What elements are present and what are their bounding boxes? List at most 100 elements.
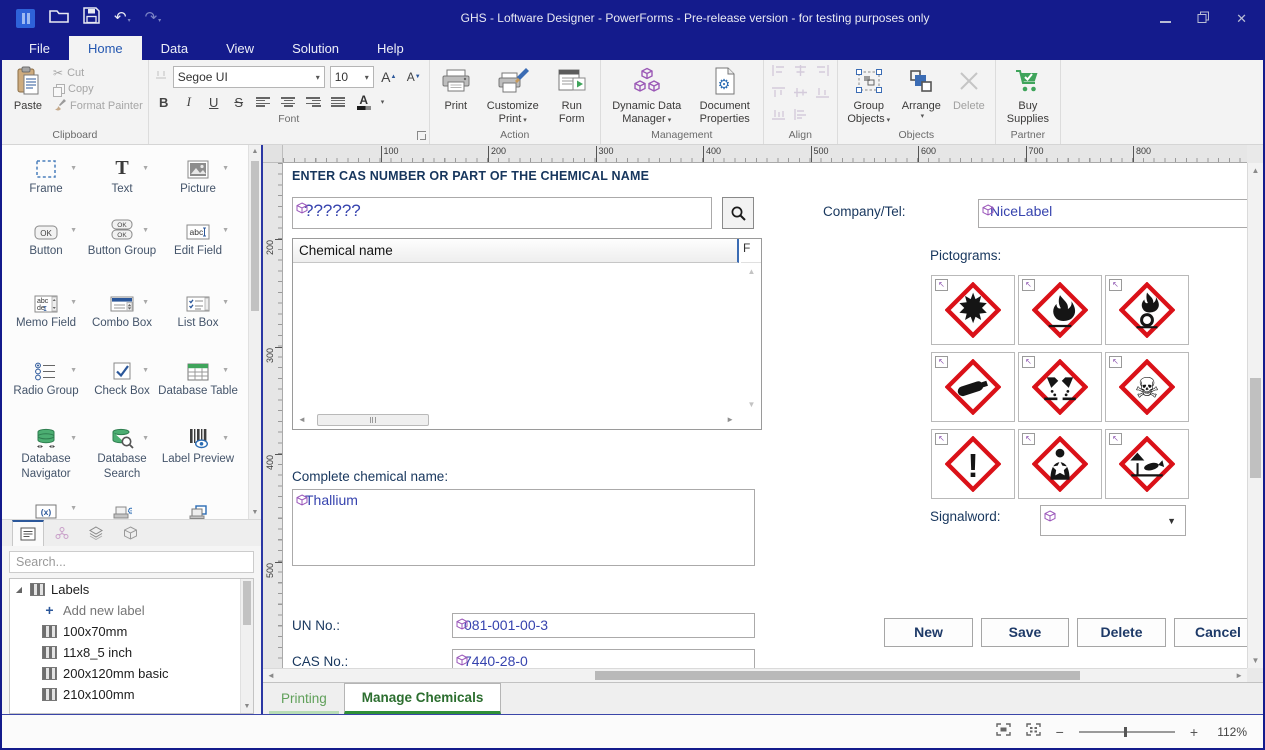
- align-lefts-icon[interactable]: [771, 64, 786, 82]
- open-icon[interactable]: [49, 8, 69, 29]
- align-middles-icon[interactable]: [793, 86, 808, 104]
- tab-solution-explorer[interactable]: [46, 520, 78, 546]
- zoom-fit-document-icon[interactable]: [996, 723, 1011, 741]
- scroll-up-icon[interactable]: ▲: [1248, 166, 1263, 175]
- table-horizontal-scrollbar[interactable]: ◄►: [295, 412, 737, 427]
- pictogram-toxic[interactable]: ↖☠: [1105, 352, 1189, 422]
- table-header-chemical-name[interactable]: Chemical name: [293, 239, 739, 263]
- scroll-down-icon[interactable]: ▼: [249, 509, 261, 516]
- cut-button[interactable]: ✂Cut: [53, 66, 143, 80]
- undo-icon[interactable]: ↶▾: [114, 9, 131, 27]
- chevron-down-icon[interactable]: ▼: [142, 435, 149, 442]
- scroll-right-icon[interactable]: ►: [1231, 669, 1247, 682]
- cancel-button[interactable]: Cancel: [1174, 618, 1247, 647]
- document-properties-button[interactable]: ⚙ Document Properties: [690, 62, 760, 125]
- new-button[interactable]: New: [884, 618, 973, 647]
- pictogram-oxidizing[interactable]: ↖: [1105, 275, 1189, 345]
- tab-form-objects[interactable]: [12, 520, 44, 546]
- app-icon[interactable]: [16, 9, 35, 28]
- distribute-vertical-icon[interactable]: [793, 108, 808, 126]
- run-form-button[interactable]: Run Form: [547, 62, 597, 125]
- tree-scrollbar[interactable]: ▼: [240, 579, 253, 713]
- group-objects-button[interactable]: Group Objects▾: [841, 62, 897, 125]
- tree-item-label[interactable]: 200x120mm basic: [10, 663, 253, 684]
- pictogram-flammable[interactable]: ↖: [1018, 275, 1102, 345]
- company-tel-field[interactable]: NiceLabel: [978, 199, 1247, 228]
- cas-search-field[interactable]: ??????: [292, 197, 712, 229]
- tree-root-labels[interactable]: ◢Labels: [10, 579, 253, 600]
- underline-button[interactable]: U: [204, 92, 224, 112]
- italic-button[interactable]: I: [179, 92, 199, 112]
- font-color-caret[interactable]: ▾: [381, 98, 385, 106]
- grow-font-button[interactable]: A▲: [379, 67, 399, 87]
- align-centers-icon[interactable]: [793, 64, 808, 82]
- pictogram-corrosive[interactable]: ↖: [1018, 352, 1102, 422]
- complete-name-memo[interactable]: Thallium: [292, 489, 755, 566]
- canvas-vertical-scrollbar[interactable]: ▲ ▼: [1247, 163, 1263, 668]
- toolbox-item-formula-field[interactable]: (x)▼: [6, 495, 86, 519]
- add-new-label-item[interactable]: +Add new label: [10, 600, 253, 621]
- arrange-button[interactable]: Arrange ▾: [897, 62, 946, 121]
- chevron-down-icon[interactable]: ▼: [70, 435, 77, 442]
- tree-item-label[interactable]: 210x100mm: [10, 684, 253, 705]
- search-input[interactable]: [9, 551, 254, 573]
- chevron-down-icon[interactable]: ▼: [70, 299, 77, 306]
- bold-button[interactable]: B: [154, 92, 174, 112]
- toolbox-item-database-search[interactable]: ▼Database Search: [86, 425, 158, 495]
- format-painter-button[interactable]: Format Painter: [53, 98, 143, 114]
- minimize-button[interactable]: [1160, 12, 1171, 25]
- toolbox-item-database-navigator[interactable]: ▼Database Navigator: [6, 425, 86, 495]
- pictogram-health-hazard[interactable]: ↖: [1018, 429, 1102, 499]
- chemical-results-table[interactable]: Chemical name F ▲▼ ◄►: [292, 238, 762, 430]
- delete-button[interactable]: Delete: [946, 62, 992, 113]
- font-dialog-launcher[interactable]: [417, 131, 426, 140]
- strikethrough-button[interactable]: S: [229, 92, 249, 112]
- toolbox-item-list-box[interactable]: ▼List Box: [158, 289, 238, 357]
- font-family-select[interactable]: Segoe UI▾: [173, 66, 325, 88]
- paste-button[interactable]: Paste: [5, 62, 51, 113]
- menu-tab-file[interactable]: File: [10, 36, 69, 60]
- delete-button[interactable]: Delete: [1077, 618, 1166, 647]
- chevron-down-icon[interactable]: ▼: [222, 299, 229, 306]
- un-no-field[interactable]: 081-001-00-3: [452, 613, 755, 638]
- chevron-down-icon[interactable]: ▼: [1167, 516, 1176, 526]
- chevron-down-icon[interactable]: ▼: [222, 165, 229, 172]
- chevron-down-icon[interactable]: ▼: [222, 435, 229, 442]
- toolbox-item-memo-field[interactable]: abcde▼Memo Field: [6, 289, 86, 357]
- restore-button[interactable]: [1197, 11, 1210, 26]
- buy-supplies-button[interactable]: Buy Supplies: [999, 62, 1057, 125]
- zoom-slider[interactable]: [1079, 731, 1175, 733]
- copy-button[interactable]: Copy: [53, 83, 143, 95]
- align-center-button[interactable]: [279, 92, 299, 112]
- toolbox-item-form-window[interactable]: [158, 495, 238, 519]
- tree-item-label[interactable]: 11x8_5 inch: [10, 642, 253, 663]
- chevron-down-icon[interactable]: ▼: [142, 165, 149, 172]
- font-color-button[interactable]: A: [354, 92, 374, 112]
- toolbox-scrollbar[interactable]: ▲ ▼: [248, 145, 261, 519]
- align-rights-icon[interactable]: [815, 64, 830, 82]
- table-vertical-scrollbar[interactable]: ▲▼: [744, 267, 759, 409]
- font-size-select[interactable]: 10▾: [330, 66, 374, 88]
- chevron-down-icon[interactable]: ▼: [142, 299, 149, 306]
- scroll-up-icon[interactable]: ▲: [249, 148, 261, 155]
- cas-no-field[interactable]: 7440-28-0: [452, 649, 755, 668]
- toolbox-item-radio-group[interactable]: ▼Radio Group: [6, 357, 86, 425]
- chevron-down-icon[interactable]: ▼: [70, 227, 77, 234]
- chevron-down-icon[interactable]: ▼: [142, 367, 149, 374]
- menu-tab-view[interactable]: View: [207, 36, 273, 60]
- signalword-combo[interactable]: ▼: [1040, 505, 1186, 536]
- toolbox-item-database-table[interactable]: ▼Database Table: [158, 357, 238, 425]
- scroll-down-icon[interactable]: ▼: [1248, 656, 1263, 665]
- menu-tab-data[interactable]: Data: [142, 36, 207, 60]
- chevron-down-icon[interactable]: ▼: [222, 227, 229, 234]
- chevron-down-icon[interactable]: ▼: [70, 165, 77, 172]
- shrink-font-button[interactable]: A▼: [404, 67, 424, 87]
- scroll-down-icon[interactable]: ▼: [241, 703, 253, 710]
- doc-tab-printing[interactable]: Printing: [264, 683, 344, 714]
- distribute-horizontal-icon[interactable]: [771, 108, 786, 126]
- toolbox-item-combo-box[interactable]: ▼Combo Box: [86, 289, 158, 357]
- pictogram-gas-under-pressure[interactable]: ↖: [931, 352, 1015, 422]
- chevron-down-icon[interactable]: ▼: [70, 505, 77, 512]
- toolbox-item-frame[interactable]: ▼Frame: [6, 155, 86, 217]
- redo-icon[interactable]: ↷▾: [145, 9, 162, 27]
